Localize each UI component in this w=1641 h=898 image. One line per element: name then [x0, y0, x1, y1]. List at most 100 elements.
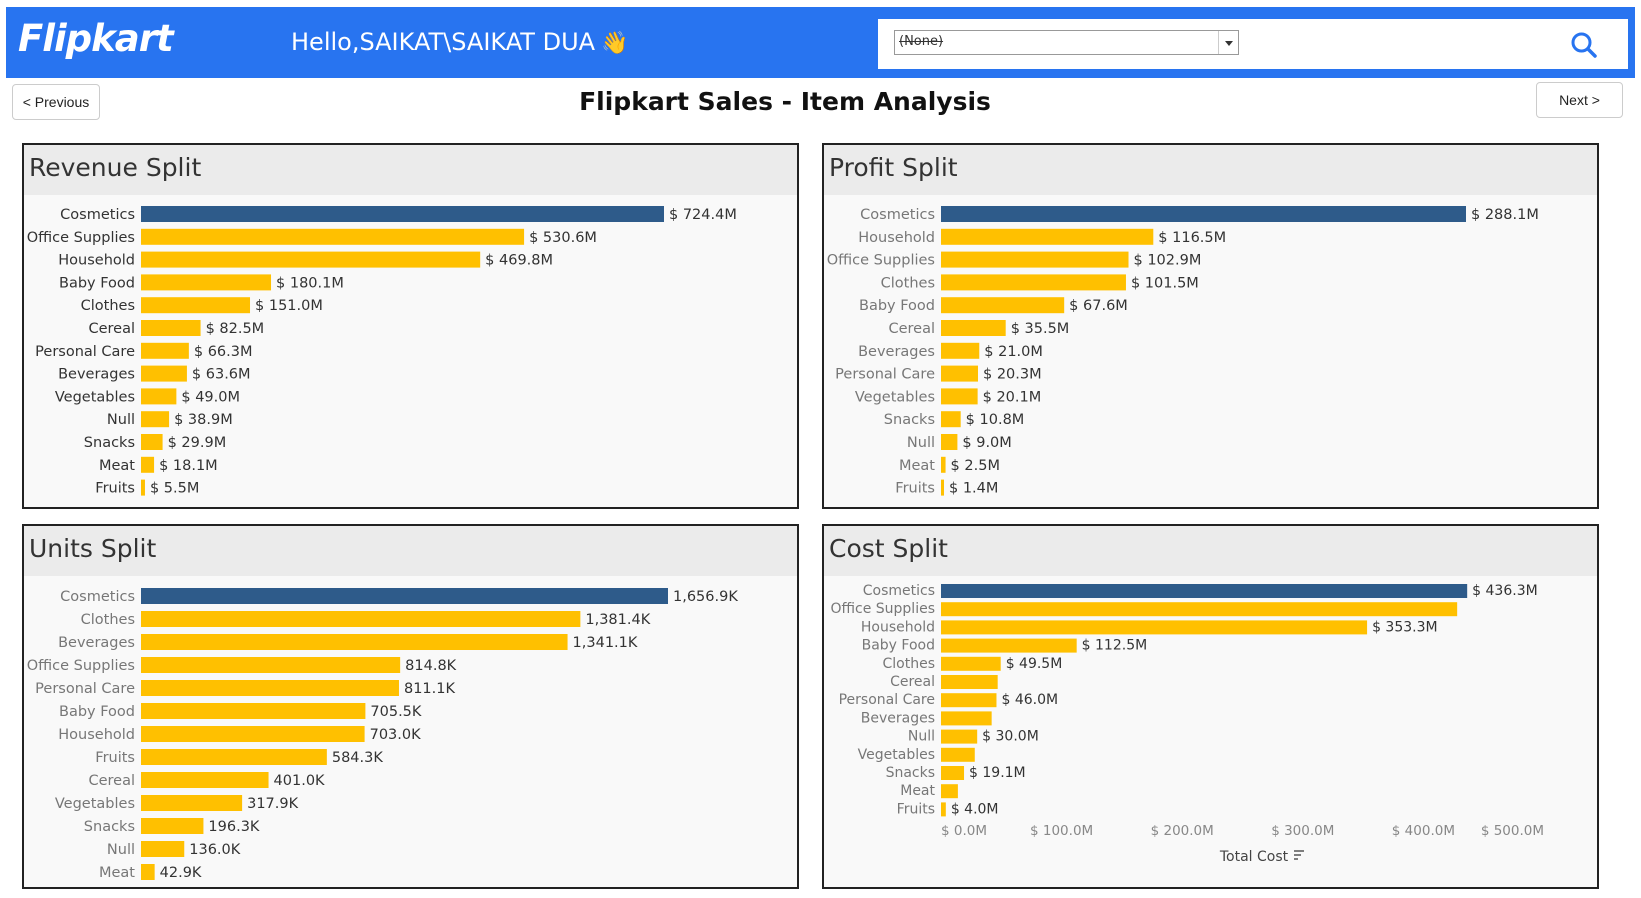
category-label: Clothes: [881, 275, 935, 291]
category-label: Clothes: [81, 298, 135, 314]
value-label: $ 46.0M: [1001, 692, 1058, 708]
bar[interactable]: [141, 818, 204, 834]
bar[interactable]: [941, 620, 1368, 635]
value-label: 703.0K: [370, 727, 422, 743]
bar[interactable]: [941, 320, 1006, 336]
bar[interactable]: [141, 680, 399, 696]
bar[interactable]: [941, 434, 958, 450]
bar[interactable]: [941, 747, 975, 762]
bar[interactable]: [141, 749, 327, 765]
value-label: $ 38.9M: [174, 412, 233, 428]
bar[interactable]: [141, 411, 170, 428]
value-label: $ 66.3M: [194, 344, 253, 360]
bar[interactable]: [141, 634, 568, 650]
category-label: Clothes: [81, 612, 135, 628]
value-label: $ 112.5M: [1082, 638, 1148, 654]
value-label: $ 30.0M: [982, 729, 1039, 745]
value-label: $ 116.5M: [1158, 230, 1226, 246]
sort-icon[interactable]: [1294, 850, 1304, 860]
cost-split-chart: Cosmetics $ 436.3M Office Supplies Househol…: [830, 583, 1544, 865]
category-label: Fruits: [895, 481, 935, 497]
panel-title: Cost Split: [829, 534, 948, 563]
bar[interactable]: [941, 729, 978, 744]
bar[interactable]: [941, 274, 1126, 291]
bar[interactable]: [941, 411, 961, 428]
category-label: Vegetables: [55, 796, 135, 812]
bar[interactable]: [141, 342, 189, 359]
value-label: 136.0K: [189, 842, 241, 858]
bar[interactable]: [141, 206, 664, 222]
value-label: $ 63.6M: [192, 367, 251, 383]
category-label: Fruits: [95, 481, 135, 497]
bar[interactable]: [141, 611, 581, 627]
bar[interactable]: [141, 434, 163, 450]
waving-hand-icon: 👋: [601, 31, 629, 56]
bar[interactable]: [941, 802, 946, 817]
value-label: $ 101.5M: [1131, 275, 1199, 291]
x-tick-label: $ 100.0M: [1030, 823, 1093, 839]
bar[interactable]: [941, 675, 998, 689]
bar[interactable]: [141, 657, 401, 673]
bar[interactable]: [141, 772, 269, 788]
panel-title: Units Split: [29, 534, 157, 563]
bar[interactable]: [141, 703, 366, 719]
category-label: Beverages: [861, 710, 935, 726]
category-label: Beverages: [58, 367, 135, 383]
filter-dropdown[interactable]: (None): [894, 30, 1239, 55]
bar[interactable]: [141, 479, 145, 496]
greeting-text: Hello,SAIKAT\SAIKAT DUA 👋: [291, 28, 628, 56]
value-label: $ 20.3M: [983, 367, 1042, 383]
category-label: Snacks: [884, 412, 935, 428]
bar[interactable]: [141, 795, 243, 811]
category-label: Personal Care: [35, 344, 135, 360]
bar[interactable]: [941, 297, 1065, 314]
value-label: 1,656.9K: [673, 589, 738, 605]
category-label: Household: [58, 727, 135, 743]
bar[interactable]: [941, 228, 1154, 245]
bar[interactable]: [141, 365, 187, 382]
flipkart-logo[interactable]: Flipkart: [18, 17, 174, 60]
bar[interactable]: [141, 228, 525, 245]
category-label: Fruits: [897, 801, 935, 817]
bar[interactable]: [941, 711, 992, 726]
bar[interactable]: [141, 297, 251, 314]
value-label: $ 20.1M: [983, 389, 1042, 405]
bar[interactable]: [941, 456, 946, 473]
bar[interactable]: [941, 602, 1458, 617]
next-button[interactable]: Next >: [1536, 82, 1623, 118]
search-icon[interactable]: [1570, 31, 1598, 59]
bar[interactable]: [141, 274, 272, 291]
bar[interactable]: [141, 251, 481, 268]
bar[interactable]: [141, 864, 155, 880]
bar[interactable]: [941, 584, 1468, 598]
bar[interactable]: [941, 342, 980, 359]
value-label: $ 436.3M: [1472, 583, 1538, 599]
profit-split-chart: Cosmetics $ 288.1M Household $ 116.5M Office…: [827, 206, 1539, 497]
category-label: Baby Food: [59, 275, 135, 291]
bar[interactable]: [941, 693, 997, 708]
category-label: Vegetables: [855, 389, 935, 405]
bar[interactable]: [141, 841, 185, 857]
category-label: Meat: [899, 458, 935, 474]
bar[interactable]: [941, 766, 965, 780]
bar[interactable]: [941, 784, 958, 799]
value-label: $ 102.9M: [1134, 253, 1202, 269]
bar[interactable]: [141, 726, 365, 742]
bar[interactable]: [941, 251, 1129, 268]
revenue-split-panel: Revenue Split Cosmetics $ 724.4M Office Su…: [22, 143, 799, 509]
bar[interactable]: [941, 206, 1466, 222]
bar[interactable]: [941, 638, 1077, 653]
value-label: 811.1K: [404, 681, 456, 697]
bar[interactable]: [141, 320, 201, 336]
bar[interactable]: [141, 388, 177, 405]
bar[interactable]: [941, 479, 944, 496]
category-label: Snacks: [84, 435, 135, 451]
category-label: Office Supplies: [27, 658, 135, 674]
bar[interactable]: [941, 365, 978, 382]
bar[interactable]: [941, 388, 978, 405]
category-label: Snacks: [886, 765, 935, 781]
bar[interactable]: [941, 656, 1001, 671]
chevron-down-icon[interactable]: [1218, 31, 1238, 54]
bar[interactable]: [141, 588, 668, 604]
bar[interactable]: [141, 456, 155, 473]
